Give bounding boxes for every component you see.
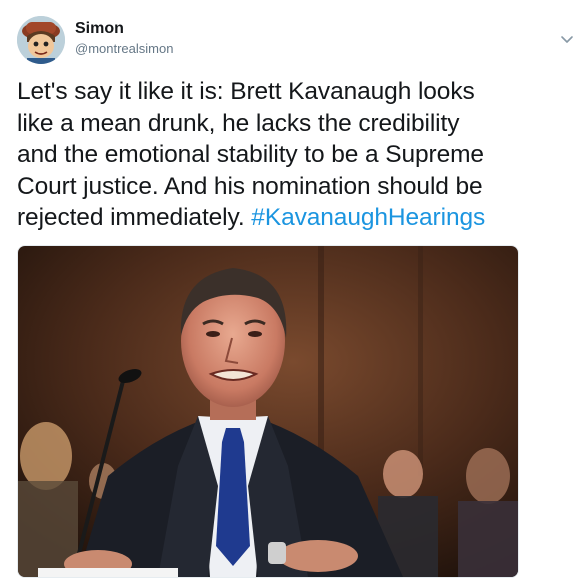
- user-block: Simon @montrealsimon: [75, 20, 173, 58]
- hashtag-link[interactable]: #KavanaughHearings: [251, 204, 485, 231]
- tweet-text-line: and the emotional stability to be a Supr…: [17, 141, 484, 168]
- tweet-text: Let's say it like it is: Brett Kavanaugh…: [17, 76, 567, 234]
- hearing-photo: [18, 246, 518, 577]
- tweet-photo[interactable]: [17, 245, 519, 578]
- tweet-text-line: Court justice. And his nomination should…: [17, 172, 483, 200]
- cartoon-avatar-image: [17, 16, 65, 64]
- tweet-card: Simon @montrealsimon Let's say it like i…: [0, 0, 580, 586]
- display-name[interactable]: Simon: [75, 20, 173, 38]
- tweet-text-line: like a mean drunk, he lacks the credibil…: [17, 109, 460, 137]
- tweet-text-line: Let's say it like it is: Brett Kavanaugh…: [17, 78, 475, 105]
- avatar[interactable]: [17, 16, 65, 64]
- tweet-text-line: rejected immediately.: [17, 204, 245, 231]
- chevron-down-icon[interactable]: [560, 32, 574, 43]
- user-handle[interactable]: @montrealsimon: [75, 40, 173, 58]
